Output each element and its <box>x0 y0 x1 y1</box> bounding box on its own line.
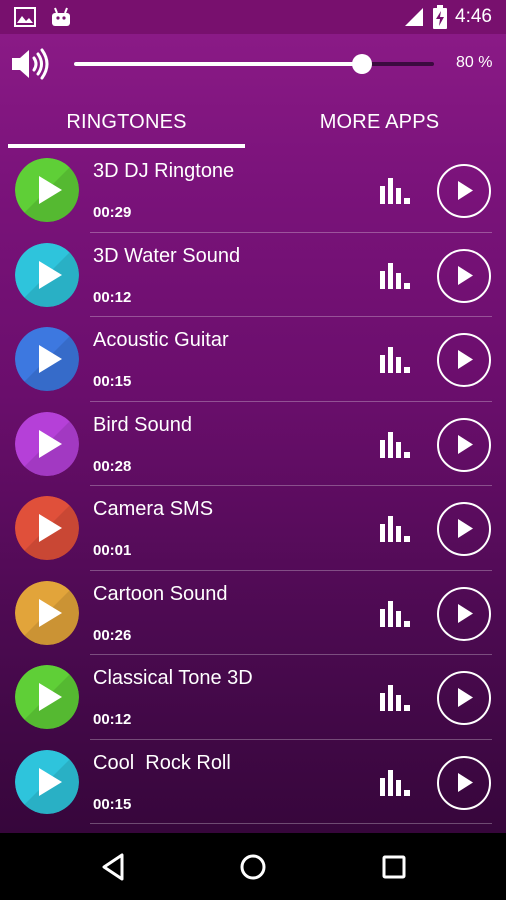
play-button[interactable] <box>437 164 491 218</box>
play-icon <box>458 181 473 200</box>
play-icon <box>458 688 473 707</box>
battery-icon <box>433 5 448 29</box>
ringtone-thumbnail[interactable] <box>15 327 79 391</box>
home-icon[interactable] <box>235 849 271 885</box>
ringtone-row[interactable]: 3D Water Sound 00:12 <box>0 233 506 317</box>
tab-label: RINGTONES <box>66 110 187 133</box>
ringtone-title: Classical Tone 3D <box>93 667 253 689</box>
ringtone-title: 3D Water Sound <box>93 244 241 267</box>
play-button[interactable] <box>437 417 491 472</box>
signal-icon <box>405 8 424 26</box>
volume-control: 80 % <box>0 34 506 96</box>
play-icon <box>458 772 473 792</box>
equalizer-icon[interactable] <box>378 768 414 798</box>
ringtone-title: Bird Sound <box>93 413 192 436</box>
play-thumbnail-icon <box>15 580 79 645</box>
volume-slider[interactable] <box>74 54 434 74</box>
ringtone-row[interactable]: Classical Tone 3D 00:12 <box>0 655 506 740</box>
status-bar: 4:46 <box>0 0 506 34</box>
ringtone-duration: 00:15 <box>93 795 132 813</box>
ringtone-duration: 00:01 <box>93 542 132 559</box>
tab-bar: RINGTONES MORE APPS <box>0 96 506 148</box>
row-divider <box>90 823 492 824</box>
play-thumbnail-icon <box>15 665 79 729</box>
equalizer-icon[interactable] <box>378 430 414 460</box>
tab-more-apps[interactable]: MORE APPS <box>253 96 506 148</box>
ringtone-app: 80 % RINGTONES MORE APPS 3D DJ Ringtone 0… <box>0 34 506 833</box>
speaker-icon[interactable] <box>10 46 50 82</box>
play-button[interactable] <box>437 671 491 725</box>
recents-icon[interactable] <box>376 849 412 885</box>
ringtone-row[interactable]: 3D DJ Ringtone 00:29 <box>0 148 506 233</box>
ringtone-thumbnail[interactable] <box>15 580 79 645</box>
navigation-bar <box>0 833 506 900</box>
ringtone-title: Cartoon Sound <box>93 582 228 605</box>
equalizer-icon[interactable] <box>378 345 414 375</box>
ringtone-row[interactable]: Cartoon Sound 00:26 <box>0 571 506 655</box>
ringtone-thumbnail[interactable] <box>15 158 79 222</box>
ringtone-thumbnail[interactable] <box>15 496 79 560</box>
ringtone-duration: 00:15 <box>93 373 132 390</box>
ringtone-thumbnail[interactable] <box>15 665 79 729</box>
play-thumbnail-icon <box>15 411 79 476</box>
ringtone-thumbnail[interactable] <box>15 749 79 814</box>
ringtone-duration: 00:29 <box>93 204 132 221</box>
ringtone-title: Camera SMS <box>93 498 214 520</box>
play-icon <box>458 519 473 538</box>
ringtone-title: 3D DJ Ringtone <box>93 160 235 182</box>
play-icon <box>458 603 473 623</box>
ringtone-title: Cool Rock Roll <box>93 751 231 774</box>
volume-percent: 80 % <box>456 54 493 71</box>
equalizer-icon[interactable] <box>378 599 414 629</box>
play-button[interactable] <box>437 333 491 387</box>
image-icon <box>14 7 36 27</box>
back-icon[interactable] <box>96 849 132 885</box>
play-button[interactable] <box>437 586 491 641</box>
ringtone-thumbnail[interactable] <box>15 411 79 476</box>
equalizer-icon[interactable] <box>378 261 414 291</box>
play-button[interactable] <box>437 502 491 556</box>
equalizer-icon[interactable] <box>378 514 414 544</box>
ringtone-thumbnail[interactable] <box>15 242 79 307</box>
tab-ringtones[interactable]: RINGTONES <box>0 96 253 148</box>
status-clock: 4:46 <box>455 6 492 27</box>
volume-slider-fill <box>74 62 362 66</box>
volume-slider-thumb[interactable] <box>352 54 372 74</box>
play-button[interactable] <box>437 248 491 303</box>
ringtone-duration: 00:28 <box>93 457 132 475</box>
tab-label: MORE APPS <box>319 110 440 133</box>
play-thumbnail-icon <box>15 327 79 391</box>
play-icon <box>458 434 473 454</box>
ringtone-title: Acoustic Guitar <box>93 329 229 351</box>
ringtone-duration: 00:12 <box>93 288 132 306</box>
ringtone-duration: 00:26 <box>93 626 132 644</box>
ringtone-duration: 00:12 <box>93 711 132 728</box>
ringtone-row[interactable]: Camera SMS 00:01 <box>0 486 506 571</box>
ringtone-row[interactable]: Acoustic Guitar 00:15 <box>0 317 506 402</box>
play-thumbnail-icon <box>15 158 79 222</box>
play-thumbnail-icon <box>15 242 79 307</box>
equalizer-icon[interactable] <box>378 176 414 206</box>
play-icon <box>458 350 473 369</box>
play-button[interactable] <box>437 755 491 810</box>
ringtone-row[interactable]: Bird Sound 00:28 <box>0 402 506 486</box>
equalizer-icon[interactable] <box>378 683 414 713</box>
ringtone-list: 3D DJ Ringtone 00:29 3D Water Sound 00:12 Ac… <box>0 148 506 824</box>
play-thumbnail-icon <box>15 496 79 560</box>
ringtone-row[interactable]: Cool Rock Roll 00:15 <box>0 740 506 824</box>
android-icon <box>52 7 70 26</box>
play-thumbnail-icon <box>15 749 79 814</box>
play-icon <box>458 265 473 285</box>
